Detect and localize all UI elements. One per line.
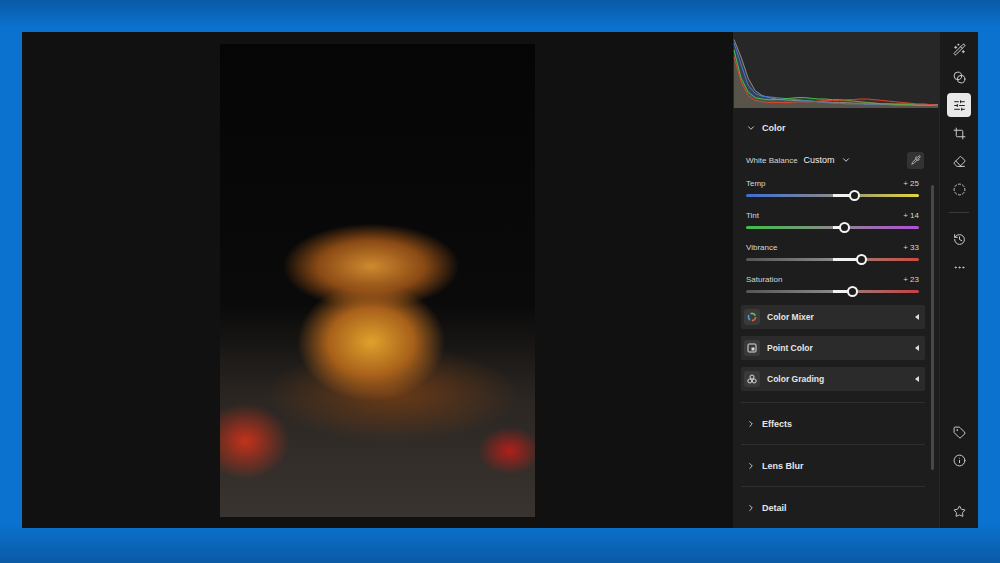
section-title: Effects <box>762 419 792 429</box>
color-section: Color White Balance Custom Temp + 25 Tint + 14… <box>741 108 925 402</box>
app-window: Color White Balance Custom Temp + 25 Tint + 14… <box>22 32 978 528</box>
white-balance-row: White Balance Custom <box>741 148 925 172</box>
subpanel-label: Color Mixer <box>767 312 814 322</box>
white-balance-dropdown[interactable]: Custom <box>804 155 851 165</box>
edit-icon <box>953 99 966 112</box>
subpanel-icon-box <box>744 371 760 387</box>
triangle-icon <box>915 376 919 382</box>
slider-value[interactable]: + 14 <box>903 211 919 220</box>
slider-label: Vibrance <box>746 243 777 252</box>
slider[interactable] <box>746 253 919 265</box>
tool-button[interactable] <box>947 37 971 61</box>
rating-icon <box>953 505 966 518</box>
histogram-series <box>734 57 938 108</box>
subpanel-label: Point Color <box>767 343 813 353</box>
histogram-series <box>734 50 938 108</box>
three-circles-icon <box>747 374 757 384</box>
section-title: Detail <box>762 503 787 513</box>
histogram-chart <box>733 32 939 108</box>
tool-button[interactable] <box>947 255 971 279</box>
triangle-icon <box>915 314 919 320</box>
keywords-icon <box>953 426 966 439</box>
edit-panel: Color White Balance Custom Temp + 25 Tint + 14… <box>733 32 939 528</box>
tool-button[interactable] <box>947 93 971 117</box>
tool-group <box>947 420 971 472</box>
subpanel-row[interactable]: Color Grading <box>741 367 925 391</box>
histogram-series <box>734 43 938 108</box>
section-header[interactable]: Color <box>741 108 925 148</box>
histogram <box>733 32 939 108</box>
triangle-icon <box>915 345 919 351</box>
slider-row: Saturation + 23 <box>741 268 925 300</box>
chevron-down-icon <box>841 155 851 165</box>
subpanel-row[interactable]: Point Color <box>741 336 925 360</box>
slider-thumb[interactable] <box>856 254 867 265</box>
slider-value[interactable]: + 33 <box>903 243 919 252</box>
eyedropper-button[interactable] <box>907 152 924 169</box>
panel-section: Lens Blur <box>741 444 925 486</box>
slider-value[interactable]: + 25 <box>903 179 919 188</box>
subpanel-row[interactable]: Color Mixer <box>741 305 925 329</box>
tool-button[interactable] <box>947 177 971 201</box>
slider[interactable] <box>746 285 919 297</box>
slider-thumb[interactable] <box>849 190 860 201</box>
histogram-series <box>734 40 938 109</box>
tool-group <box>947 37 971 201</box>
scrollbar-thumb[interactable] <box>931 185 934 470</box>
chevron-right-icon <box>746 461 756 471</box>
subpanel-label: Color Grading <box>767 374 824 384</box>
chevron-right-icon <box>746 419 756 429</box>
section-header[interactable]: Detail <box>741 487 925 528</box>
slider-thumb[interactable] <box>839 222 850 233</box>
slider-thumb[interactable] <box>847 286 858 297</box>
slider-value[interactable]: + 23 <box>903 275 919 284</box>
tool-button[interactable] <box>947 149 971 173</box>
slider[interactable] <box>746 221 919 233</box>
point-target-icon <box>747 343 757 353</box>
tool-button[interactable] <box>947 420 971 444</box>
chevron-right-icon <box>746 503 756 513</box>
info-icon <box>953 454 966 467</box>
masking-icon <box>953 183 966 196</box>
tool-button[interactable] <box>947 227 971 251</box>
subpanel-icon-box <box>744 309 760 325</box>
slider[interactable] <box>746 189 919 201</box>
scrollbar[interactable] <box>925 108 939 528</box>
remove-icon <box>953 155 966 168</box>
panel-section: Effects <box>741 402 925 444</box>
color-wheel-icon <box>747 312 757 322</box>
slider-label: Temp <box>746 179 766 188</box>
tool-group <box>947 227 971 279</box>
tool-divider <box>949 212 969 213</box>
tool-group <box>947 499 971 523</box>
chevron-down-icon <box>746 123 756 133</box>
tool-button[interactable] <box>947 121 971 145</box>
desktop-frame: Color White Balance Custom Temp + 25 Tint + 14… <box>0 0 1000 563</box>
tool-button[interactable] <box>947 499 971 523</box>
history-icon <box>953 233 966 246</box>
section-title: Lens Blur <box>762 461 804 471</box>
section-title: Color <box>762 123 786 133</box>
panel-section: Detail <box>741 486 925 528</box>
tool-button[interactable] <box>947 448 971 472</box>
section-header[interactable]: Effects <box>741 403 925 444</box>
subpanel-icon-box <box>744 340 760 356</box>
tool-strip <box>939 32 978 528</box>
section-header[interactable]: Lens Blur <box>741 445 925 486</box>
photo <box>220 44 535 517</box>
slider-row: Tint + 14 <box>741 204 925 236</box>
more-icon <box>953 261 966 274</box>
auto-icon <box>953 43 966 56</box>
crop-icon <box>953 127 966 140</box>
eyedropper-icon <box>911 155 921 165</box>
slider-row: Vibrance + 33 <box>741 236 925 268</box>
slider-row: Temp + 25 <box>741 172 925 204</box>
presets-icon <box>953 71 966 84</box>
slider-label: Tint <box>746 211 759 220</box>
tool-button[interactable] <box>947 65 971 89</box>
photo-canvas <box>22 32 733 528</box>
slider-label: Saturation <box>746 275 782 284</box>
white-balance-label: White Balance <box>746 156 798 165</box>
